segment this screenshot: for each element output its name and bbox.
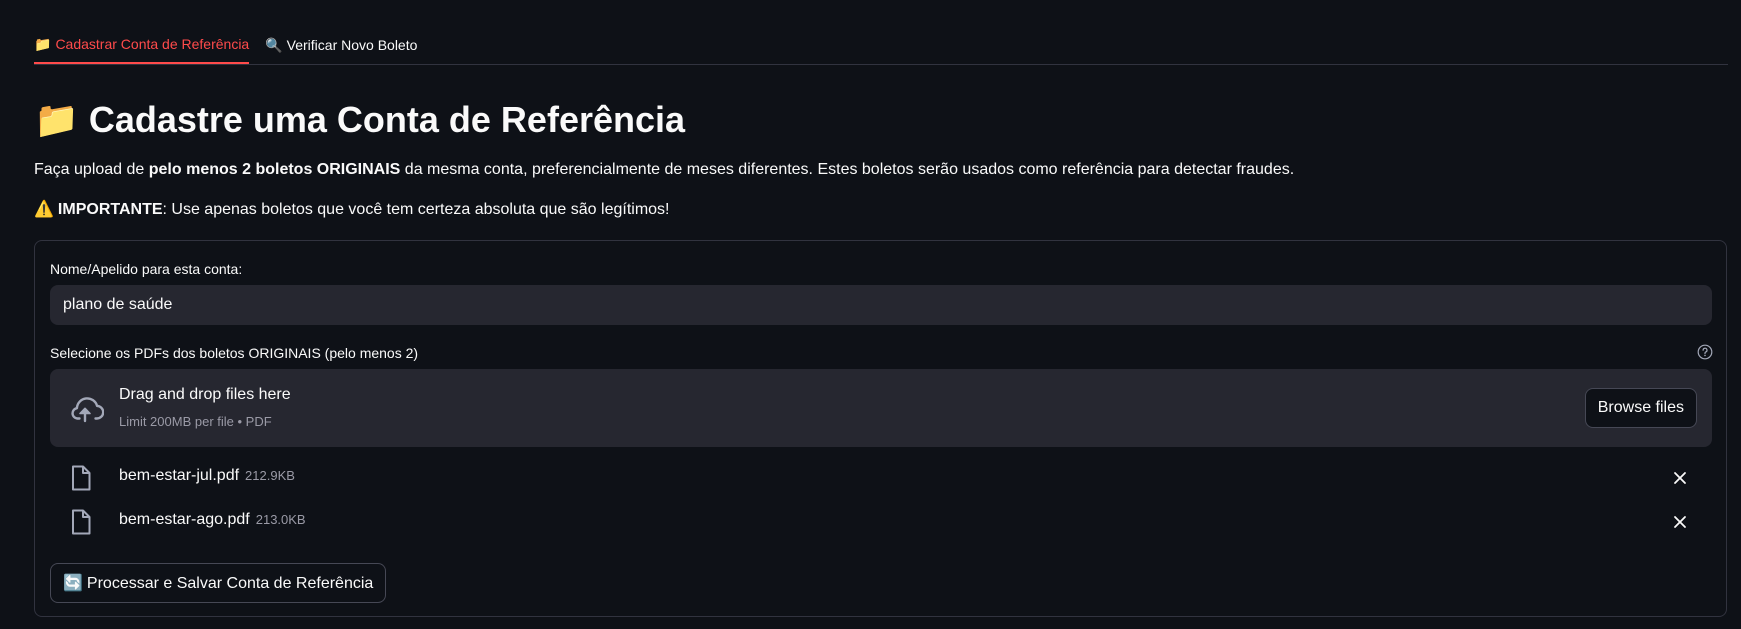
process-save-button[interactable]: 🔄 Processar e Salvar Conta de Referência	[50, 563, 387, 603]
help-icon[interactable]	[1697, 344, 1713, 360]
name-field-label: Nome/Apelido para esta conta:	[50, 261, 243, 277]
file-name: bem-estar-ago.pdf	[119, 511, 250, 528]
tab-verificar-boleto[interactable]: 🔍 Verificar Novo Boleto	[265, 26, 417, 64]
account-name-input[interactable]	[50, 285, 1712, 325]
warning-message: : Use apenas boletos que você tem certez…	[162, 201, 670, 218]
warning-text: ⚠️ IMPORTANTE: Use apenas boletos que voc…	[34, 198, 669, 222]
browse-files-button[interactable]: Browse files	[1584, 388, 1697, 428]
files-field-label: Selecione os PDFs dos boletos ORIGINAIS …	[50, 345, 419, 361]
magnifier-icon: 🔍	[265, 36, 283, 53]
file-dropzone[interactable]: Drag and drop files here Limit 200MB per…	[50, 369, 1712, 447]
reference-account-form: Nome/Apelido para esta conta: Selecione …	[34, 240, 1727, 617]
file-info: bem-estar-jul.pdf 212.9KB	[119, 467, 295, 485]
close-icon[interactable]	[1672, 514, 1688, 530]
file-size: 212.9KB	[245, 468, 295, 483]
folder-icon: 📁	[34, 99, 79, 140]
tab-label: Verificar Novo Boleto	[286, 37, 418, 53]
intro-suffix: da mesma conta, preferencialmente de mes…	[400, 161, 1295, 178]
dropzone-limit: Limit 200MB per file • PDF	[119, 414, 272, 429]
file-size: 213.0KB	[255, 512, 306, 527]
file-name: bem-estar-jul.pdf	[119, 467, 240, 484]
file-info: bem-estar-ago.pdf 213.0KB	[119, 511, 306, 529]
uploaded-file-item: bem-estar-jul.pdf 212.9KB	[50, 457, 1712, 497]
intro-prefix: Faça upload de	[34, 161, 149, 178]
file-icon	[72, 465, 91, 491]
folder-icon: 📁	[34, 35, 52, 52]
refresh-icon: 🔄	[63, 575, 83, 592]
warning-bold: IMPORTANTE	[57, 201, 163, 218]
tab-cadastrar-conta[interactable]: 📁 Cadastrar Conta de Referência	[34, 26, 250, 64]
cloud-upload-icon	[71, 397, 104, 423]
process-save-label: Processar e Salvar Conta de Referência	[86, 575, 374, 592]
intro-text: Faça upload de pelo menos 2 boletos ORIG…	[34, 158, 1294, 182]
warning-icon: ⚠️	[34, 201, 54, 218]
uploaded-file-item: bem-estar-ago.pdf 213.0KB	[50, 501, 1712, 541]
file-icon	[72, 509, 91, 535]
tab-bar: 📁 Cadastrar Conta de Referência 🔍 Verifi…	[34, 26, 1728, 65]
tab-label: Cadastrar Conta de Referência	[55, 36, 250, 52]
dropzone-title: Drag and drop files here	[119, 386, 291, 403]
intro-bold: pelo menos 2 boletos ORIGINAIS	[148, 161, 401, 178]
page-title: 📁 Cadastre uma Conta de Referência	[34, 96, 685, 144]
page-title-text: Cadastre uma Conta de Referência	[88, 99, 686, 140]
close-icon[interactable]	[1672, 470, 1688, 486]
